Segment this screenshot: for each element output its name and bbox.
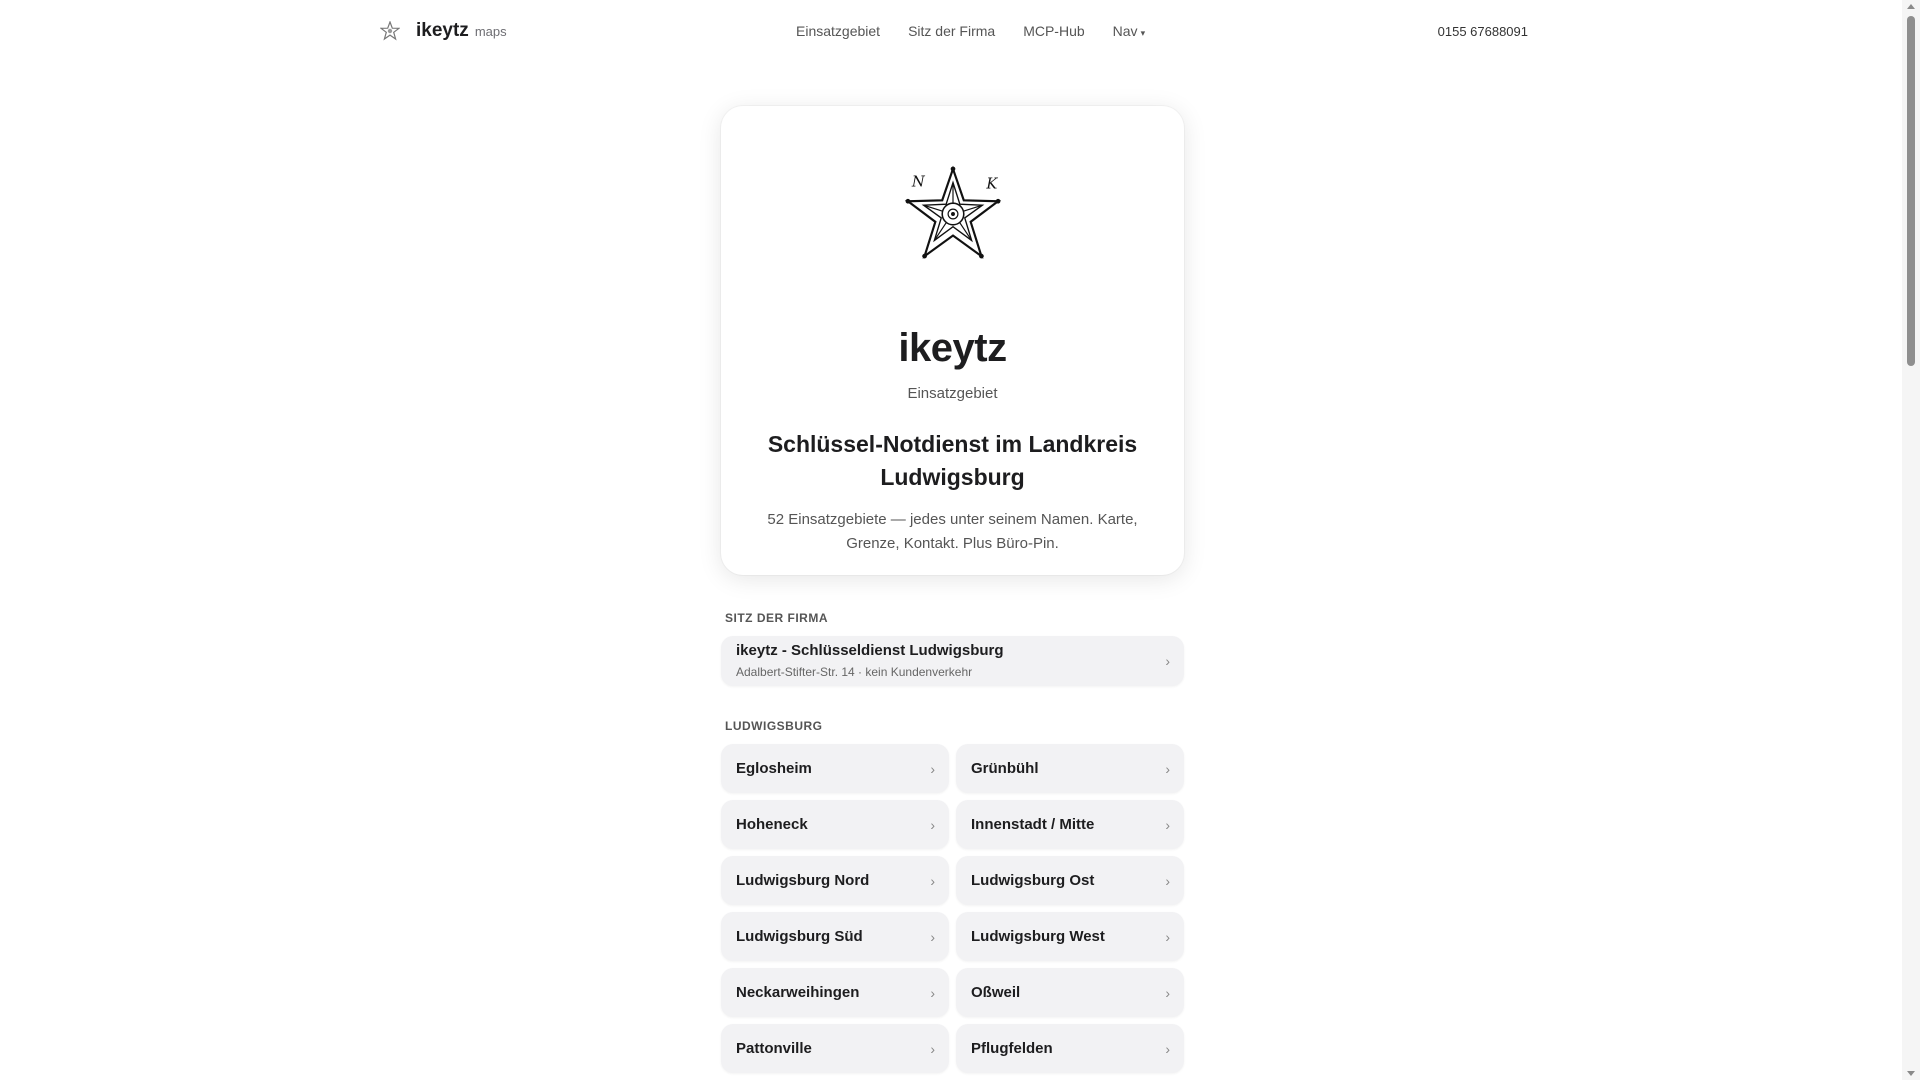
district-tile-label: Innenstadt / Mitte	[971, 816, 1095, 833]
hero-description: 52 Einsatzgebiete — jedes unter seinem N…	[767, 511, 1138, 552]
district-tile-label: Ludwigsburg West	[971, 928, 1105, 945]
scrollbar-thumb[interactable]	[1907, 16, 1915, 366]
district-tile-ludwigsburg-west[interactable]: Ludwigsburg West ›	[956, 912, 1184, 961]
chevron-right-icon: ›	[1165, 984, 1170, 1001]
chevron-right-icon: ›	[1165, 816, 1170, 833]
section-label-district: LUDWIGSBURG	[725, 719, 823, 733]
district-tile-gruenbuehl[interactable]: Grünbühl ›	[956, 744, 1184, 793]
chevron-right-icon: ›	[930, 928, 935, 945]
vertical-scrollbar[interactable]	[1902, 0, 1920, 1080]
section-label-hq: SITZ DER FIRMA	[725, 611, 828, 625]
star-logo-icon	[380, 21, 400, 41]
district-tile-pflugfelden[interactable]: Pflugfelden ›	[956, 1024, 1184, 1073]
brand-subtitle: maps	[474, 24, 507, 39]
district-tile-pattonville[interactable]: Pattonville ›	[721, 1024, 949, 1073]
district-tile-neckarweihingen[interactable]: Neckarweihingen ›	[721, 968, 949, 1017]
district-tile-label: Neckarweihingen	[736, 984, 860, 1001]
hero-subtitle: Einsatzgebiet	[907, 385, 998, 402]
district-tile-label: Oßweil	[971, 984, 1021, 1001]
main-column: N K ikeytz Einsatzgebiet Schlüssel-Notdi…	[721, 106, 1184, 1073]
hero-title: ikeytz	[898, 326, 1007, 370]
chevron-right-icon: ›	[930, 872, 935, 889]
chevron-right-icon: ›	[930, 984, 935, 1001]
district-tile-hoheneck[interactable]: Hoheneck ›	[721, 800, 949, 849]
chevron-right-icon: ›	[1165, 1040, 1170, 1057]
chevron-right-icon: ›	[930, 816, 935, 833]
top-navigation-bar: ikeytz maps Einsatzgebiet Sitz der Firma…	[0, 0, 1902, 64]
hero-card: N K ikeytz Einsatzgebiet Schlüssel-Notdi…	[721, 106, 1184, 575]
nav-link-mcp-hub[interactable]: MCP-Hub	[1023, 23, 1084, 39]
caret-down-icon: ▾	[1140, 28, 1146, 38]
scroll-down-arrow-icon[interactable]	[1907, 1071, 1915, 1076]
nav-link-einsatzgebiet[interactable]: Einsatzgebiet	[796, 23, 880, 39]
district-grid: Eglosheim › Grünbühl › Hoheneck › Innenstad…	[721, 744, 1184, 1073]
district-tile-label: Hoheneck	[736, 816, 808, 833]
scroll-up-arrow-icon[interactable]	[1907, 4, 1915, 9]
district-tile-label: Ludwigsburg Süd	[736, 928, 863, 945]
district-tile-label: Pflugfelden	[971, 1040, 1053, 1057]
chevron-right-icon: ›	[1165, 872, 1170, 889]
hq-address: Adalbert-Stifter-Str. 14 · kein Kundenve…	[736, 665, 973, 679]
district-tile-label: Ludwigsburg Nord	[736, 872, 870, 889]
star-ornament-icon: N K	[904, 165, 1001, 259]
chevron-right-icon: ›	[1165, 653, 1170, 669]
chevron-right-icon: ›	[930, 1040, 935, 1057]
chevron-right-icon: ›	[930, 760, 935, 777]
district-tile-label: Grünbühl	[971, 760, 1039, 777]
svg-text:K: K	[985, 176, 998, 193]
district-tile-label: Eglosheim	[736, 760, 812, 777]
district-tile-ludwigsburg-nord[interactable]: Ludwigsburg Nord ›	[721, 856, 949, 905]
district-tile-eglosheim[interactable]: Eglosheim ›	[721, 744, 949, 793]
nav-link-sitz-der-firma[interactable]: Sitz der Firma	[908, 23, 995, 39]
phone-number-link[interactable]: 0155 67688091	[1438, 24, 1528, 39]
district-tile-ludwigsburg-sued[interactable]: Ludwigsburg Süd ›	[721, 912, 949, 961]
nav-dropdown[interactable]: Nav ▾	[1113, 23, 1145, 39]
brand-name: ikeytz	[416, 20, 469, 41]
hq-name: ikeytz - Schlüsseldienst Ludwigsburg	[736, 642, 1004, 659]
district-tile-ludwigsburg-ost[interactable]: Ludwigsburg Ost ›	[956, 856, 1184, 905]
brand-logo-link[interactable]: ikeytz maps	[380, 20, 507, 42]
district-tile-ossweil[interactable]: Oßweil ›	[956, 968, 1184, 1017]
district-tile-label: Ludwigsburg Ost	[971, 872, 1095, 889]
nav-dropdown-label: Nav	[1112, 23, 1138, 39]
hq-card-link[interactable]: ikeytz - Schlüsseldienst Ludwigsburg Ada…	[721, 636, 1184, 686]
district-tile-innenstadt-mitte[interactable]: Innenstadt / Mitte ›	[956, 800, 1184, 849]
district-tile-label: Pattonville	[736, 1040, 812, 1057]
chevron-right-icon: ›	[1165, 760, 1170, 777]
chevron-right-icon: ›	[1165, 928, 1170, 945]
svg-text:N: N	[910, 174, 925, 191]
hero-heading: Schlüssel-Notdienst im Landkreis Ludwigs…	[767, 431, 1138, 490]
main-nav: Einsatzgebiet Sitz der Firma MCP-Hub Nav…	[796, 23, 1145, 39]
